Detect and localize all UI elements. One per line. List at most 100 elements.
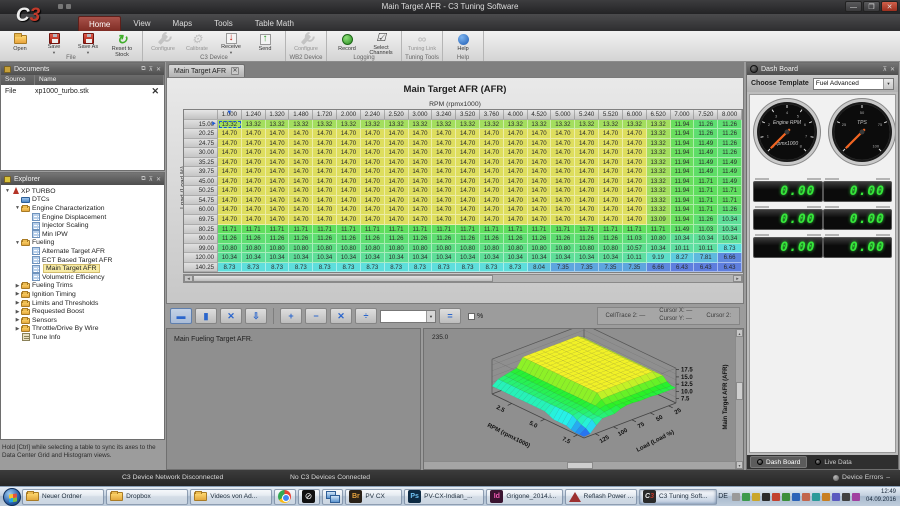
grid-cell[interactable]: 10.80: [480, 244, 504, 254]
grid-cell[interactable]: 11.71: [337, 225, 361, 235]
grid-cell[interactable]: 14.70: [456, 129, 480, 139]
grid-cell[interactable]: 10.80: [528, 244, 552, 254]
grid-cell[interactable]: 8.73: [432, 263, 456, 273]
grid-cell[interactable]: 14.70: [361, 129, 385, 139]
taskbar-item-neuer-ordner[interactable]: Neuer Ordner: [22, 489, 104, 505]
grid-cell[interactable]: 14.70: [409, 129, 433, 139]
grid-cell[interactable]: 14.70: [575, 196, 599, 206]
grid-cell[interactable]: 13.32: [504, 120, 528, 130]
grid-cell[interactable]: 14.70: [599, 139, 623, 149]
expander-icon[interactable]: ▼: [4, 188, 11, 194]
tree-item-ignition-timing[interactable]: ▶Ignition Timing: [1, 290, 164, 299]
grid-cell[interactable]: 8.04: [528, 263, 552, 273]
grid-cell[interactable]: 14.70: [480, 167, 504, 177]
grid-col-header[interactable]: 3.520: [456, 110, 480, 120]
button-save[interactable]: Save▼: [37, 32, 71, 54]
grid-cell[interactable]: 11.26: [575, 234, 599, 244]
tray-icon-10[interactable]: [832, 493, 840, 501]
grid-cell[interactable]: 10.34: [504, 253, 528, 263]
grid-col-header[interactable]: 3.240: [432, 110, 456, 120]
grid-cell[interactable]: 10.11: [623, 253, 647, 263]
grid-cell[interactable]: 14.70: [266, 167, 290, 177]
button-send[interactable]: Send: [248, 32, 282, 54]
grid-cell[interactable]: 14.70: [623, 129, 647, 139]
grid-cell[interactable]: 14.70: [266, 177, 290, 187]
taskbar-item-grigone-2014-i[interactable]: IdGrigone_2014.i...: [486, 489, 562, 505]
grid-cell[interactable]: 14.70: [528, 129, 552, 139]
taskbar-clock[interactable]: 12:4904.09.2016: [866, 489, 896, 505]
grid-cell[interactable]: 14.70: [313, 177, 337, 187]
grid-cell[interactable]: 8.73: [456, 263, 480, 273]
grid-cell[interactable]: 11.26: [432, 234, 456, 244]
scroll-left-icon[interactable]: ◂: [184, 275, 193, 282]
grid-cell[interactable]: 11.71: [313, 225, 337, 235]
grid-cell[interactable]: 6.43: [718, 263, 742, 273]
grid-cell[interactable]: 10.34: [242, 253, 266, 263]
grid-cell[interactable]: 14.70: [551, 148, 575, 158]
grid-cell[interactable]: 14.70: [361, 139, 385, 149]
grid-cell[interactable]: 14.70: [385, 215, 409, 225]
grid-cell[interactable]: 14.70: [528, 158, 552, 168]
grid-cell[interactable]: 14.70: [528, 186, 552, 196]
grid-cell[interactable]: 11.26: [337, 234, 361, 244]
grid-cell[interactable]: 11.94: [671, 139, 695, 149]
grid-cell[interactable]: 14.70: [313, 158, 337, 168]
grid-cell[interactable]: 14.70: [289, 129, 313, 139]
pin-icon[interactable]: ⊼: [149, 66, 153, 73]
grid-cell[interactable]: 14.70: [456, 215, 480, 225]
grid-cell[interactable]: 10.80: [504, 244, 528, 254]
taskbar-item-dropbox[interactable]: Dropbox: [106, 489, 188, 505]
grid-cell[interactable]: 11.71: [218, 225, 242, 235]
table-tool-button-0[interactable]: ▬: [170, 308, 192, 324]
grid-cell[interactable]: 14.70: [623, 139, 647, 149]
grid-cell[interactable]: 14.70: [480, 205, 504, 215]
grid-cell[interactable]: 14.70: [599, 205, 623, 215]
template-select[interactable]: Fuel Advanced ▼: [813, 78, 894, 90]
grid-row-header[interactable]: 80.25: [184, 225, 218, 235]
grid-cell[interactable]: 14.70: [599, 158, 623, 168]
grid-col-header[interactable]: 3.000: [409, 110, 433, 120]
grid-cell[interactable]: 11.26: [266, 234, 290, 244]
grid-col-header[interactable]: 1.000▼: [218, 110, 242, 120]
grid-cell[interactable]: 11.26: [313, 234, 337, 244]
grid-cell[interactable]: 13.32: [647, 158, 671, 168]
percent-checkbox[interactable]: [468, 313, 475, 320]
grid-cell[interactable]: 14.70: [504, 129, 528, 139]
taskbar-item-chrome[interactable]: [274, 489, 296, 505]
grid-cell[interactable]: 14.70: [623, 205, 647, 215]
grid-cell[interactable]: 10.34: [385, 253, 409, 263]
grid-cell[interactable]: 14.70: [385, 196, 409, 206]
grid-col-header[interactable]: 3.760: [480, 110, 504, 120]
grid-cell[interactable]: 14.70: [385, 177, 409, 187]
tree-item-limits-and-thresholds[interactable]: ▶Limits and Thresholds: [1, 299, 164, 308]
grid-cell[interactable]: 14.70: [575, 205, 599, 215]
grid-cell[interactable]: 14.70: [361, 186, 385, 196]
grid-cell[interactable]: 11.71: [599, 225, 623, 235]
table-math-button-2[interactable]: ✕: [330, 308, 352, 324]
grid-cell[interactable]: 10.80: [551, 244, 575, 254]
grid-cell[interactable]: 6.66: [718, 253, 742, 263]
grid-cell[interactable]: 11.71: [647, 225, 671, 235]
grid-cell[interactable]: 10.34: [575, 253, 599, 263]
table-tool-button-2[interactable]: ✕: [220, 308, 242, 324]
grid-cell[interactable]: 14.70: [623, 158, 647, 168]
grid-cell[interactable]: 14.70: [599, 196, 623, 206]
grid-row-header[interactable]: 24.75: [184, 139, 218, 149]
grid-cell[interactable]: 14.70: [480, 196, 504, 206]
grid-cell[interactable]: 14.70: [385, 205, 409, 215]
grid-cell[interactable]: 10.34: [432, 253, 456, 263]
grid-cell[interactable]: 11.26: [242, 234, 266, 244]
button-select-channels[interactable]: Select Channels: [364, 32, 398, 54]
grid-cell[interactable]: 7.35: [551, 263, 575, 273]
tray-icon-8[interactable]: [812, 493, 820, 501]
taskbar-item-videos-von-ad[interactable]: Videos von Ad...: [190, 489, 272, 505]
grid-cell[interactable]: 14.70: [528, 196, 552, 206]
ribbon-tab-view[interactable]: View: [123, 16, 160, 31]
grid-cell[interactable]: 14.70: [337, 167, 361, 177]
grid-cell[interactable]: 13.32: [218, 120, 242, 130]
grid-row-header[interactable]: 90.00: [184, 234, 218, 244]
grid-cell[interactable]: 11.94: [671, 120, 695, 130]
button-reset-to-stock[interactable]: Reset to Stock: [105, 32, 139, 54]
grid-cell[interactable]: 8.73: [313, 263, 337, 273]
grid-cell[interactable]: 14.70: [218, 167, 242, 177]
